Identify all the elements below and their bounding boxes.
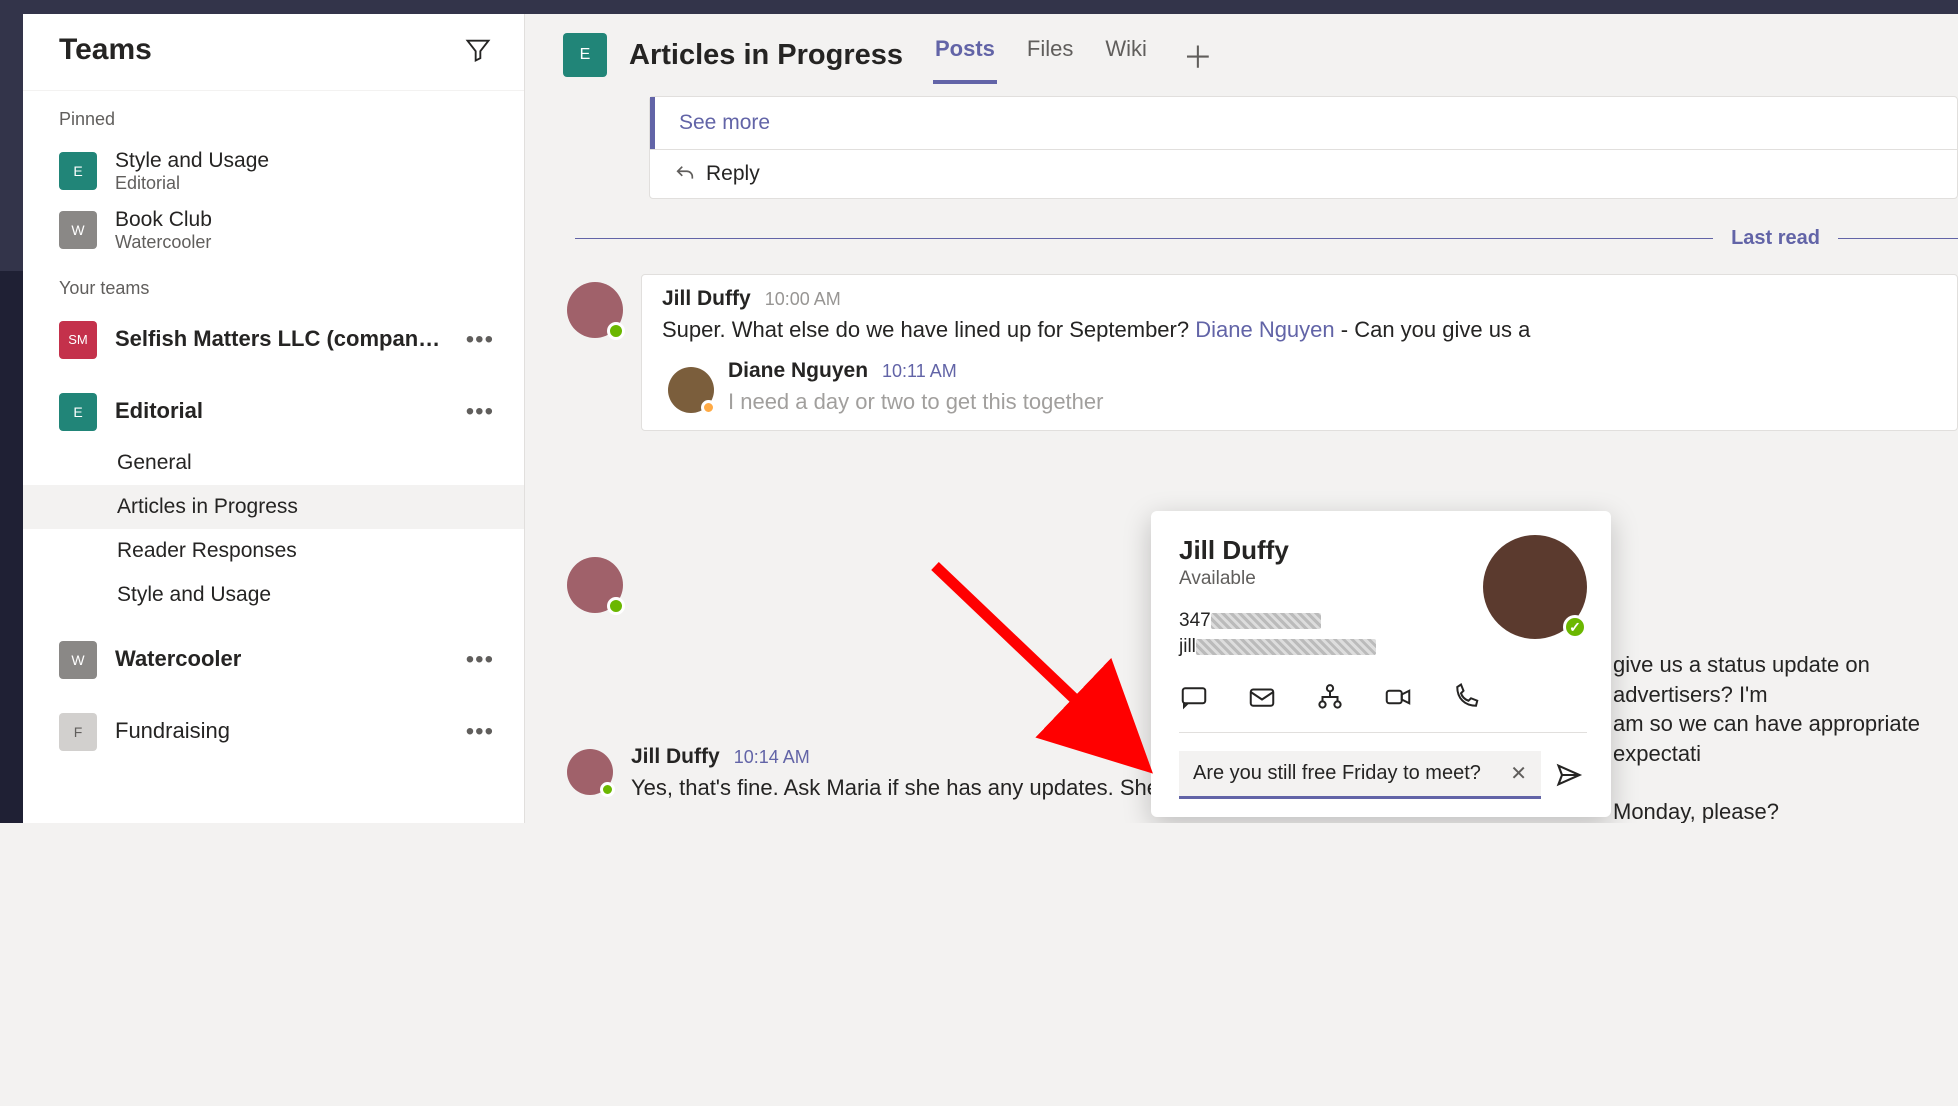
channel-content: E Articles in Progress Posts Files Wiki …	[525, 14, 1958, 823]
pinned-channel-name: Book Club	[115, 207, 212, 232]
org-chart-icon[interactable]	[1315, 682, 1345, 712]
filter-icon	[464, 36, 492, 64]
post-timestamp: 10:14 AM	[734, 747, 810, 768]
team-more-button[interactable]: •••	[458, 398, 502, 426]
add-tab-button[interactable]: ＋	[1177, 33, 1219, 77]
post-text: Super. What else do we have lined up for…	[662, 315, 1937, 345]
teams-sidebar: Teams Pinned E Style and Usage Editorial…	[23, 14, 525, 823]
app-rail	[0, 14, 23, 823]
redacted-text	[1211, 613, 1321, 629]
avatar[interactable]	[567, 749, 613, 795]
team-avatar: W	[59, 641, 97, 679]
pinned-channel-team: Editorial	[115, 173, 269, 195]
pinned-item[interactable]: E Style and Usage Editorial	[23, 142, 524, 201]
send-button[interactable]	[1551, 757, 1587, 793]
quick-message-input[interactable]	[1193, 762, 1504, 785]
chat-icon[interactable]	[1179, 682, 1209, 712]
post: Jill Duffy 10:00 AM Super. What else do …	[567, 274, 1958, 431]
your-teams-label: Your teams	[23, 260, 524, 311]
tab-files[interactable]: Files	[1025, 28, 1075, 82]
post-author[interactable]: Jill Duffy	[662, 287, 751, 311]
clear-input-button[interactable]: ✕	[1504, 761, 1533, 786]
call-icon[interactable]	[1451, 682, 1481, 712]
reply-author[interactable]: Diane Nguyen	[728, 359, 868, 383]
presence-available-icon	[600, 782, 615, 797]
presence-available-icon	[1563, 615, 1587, 639]
profile-hover-card: Jill Duffy Available 347 jill	[1151, 511, 1611, 817]
pinned-item[interactable]: W Book Club Watercooler	[23, 201, 524, 260]
team-avatar: E	[59, 152, 97, 190]
presence-away-icon	[701, 400, 716, 415]
team-avatar: W	[59, 211, 97, 249]
sidebar-title: Teams	[59, 33, 152, 67]
video-icon[interactable]	[1383, 682, 1413, 712]
pinned-channel-team: Watercooler	[115, 232, 212, 254]
profile-avatar[interactable]	[1483, 535, 1587, 639]
post-timestamp: 10:00 AM	[765, 289, 841, 310]
post-text-fragment: Monday, please?	[1613, 797, 1779, 823]
team-row-fundraising[interactable]: F Fundraising •••	[23, 703, 524, 761]
quick-message-input-box[interactable]: ✕	[1179, 751, 1541, 799]
presence-available-icon	[607, 322, 625, 340]
mention[interactable]: Diane Nguyen	[1195, 317, 1334, 342]
nested-reply: Diane Nguyen 10:11 AM I need a day or tw…	[668, 359, 1937, 417]
presence-available-icon	[607, 597, 625, 615]
pinned-section-label: Pinned	[23, 91, 524, 142]
reply-timestamp: 10:11 AM	[882, 361, 957, 382]
channel-avatar: E	[563, 33, 607, 77]
team-row-editorial[interactable]: E Editorial •••	[23, 383, 524, 441]
channel-articles-in-progress[interactable]: Articles in Progress	[23, 485, 524, 529]
avatar[interactable]	[567, 557, 623, 613]
see-more-link[interactable]: See more	[650, 97, 1957, 149]
avatar[interactable]	[567, 282, 623, 338]
pinned-channel-name: Style and Usage	[115, 148, 269, 173]
team-row-selfish-matters[interactable]: SM Selfish Matters LLC (compan… •••	[23, 311, 524, 369]
redacted-text	[1196, 639, 1376, 655]
team-more-button[interactable]: •••	[458, 718, 502, 746]
team-name: Watercooler	[115, 646, 241, 672]
post-text-fragment: give us a status update on advertisers? …	[1613, 650, 1958, 769]
mail-icon[interactable]	[1247, 682, 1277, 712]
channel-general[interactable]: General	[23, 441, 524, 485]
channel-header: E Articles in Progress Posts Files Wiki …	[525, 14, 1958, 96]
post-author[interactable]: Jill Duffy	[631, 745, 720, 769]
profile-phone: 347	[1179, 610, 1376, 632]
team-avatar: E	[59, 393, 97, 431]
tab-wiki[interactable]: Wiki	[1103, 28, 1149, 82]
profile-status: Available	[1179, 568, 1376, 590]
team-name: Fundraising	[115, 718, 230, 744]
channel-title: Articles in Progress	[629, 39, 903, 72]
avatar[interactable]	[668, 367, 714, 413]
profile-email: jill	[1179, 636, 1376, 658]
team-avatar: F	[59, 713, 97, 751]
filter-button[interactable]	[460, 32, 496, 68]
channel-reader-responses[interactable]: Reader Responses	[23, 529, 524, 573]
team-row-watercooler[interactable]: W Watercooler •••	[23, 631, 524, 689]
last-read-label: Last read	[1713, 227, 1838, 250]
send-icon	[1555, 761, 1583, 789]
reply-label: Reply	[706, 162, 760, 186]
profile-name: Jill Duffy	[1179, 535, 1376, 566]
team-more-button[interactable]: •••	[458, 646, 502, 674]
title-bar	[0, 0, 1958, 14]
tab-posts[interactable]: Posts	[933, 28, 997, 82]
team-name: Selfish Matters LLC (compan…	[115, 326, 440, 352]
last-read-divider: Last read	[575, 227, 1958, 250]
team-name: Editorial	[115, 398, 203, 424]
reply-icon	[674, 163, 696, 185]
team-avatar: SM	[59, 321, 97, 359]
reply-button[interactable]: Reply	[650, 149, 1957, 198]
team-more-button[interactable]: •••	[458, 326, 502, 354]
thread-card: See more Reply	[649, 96, 1958, 199]
reply-text: I need a day or two to get this together	[728, 387, 1103, 417]
channel-style-and-usage[interactable]: Style and Usage	[23, 573, 524, 617]
